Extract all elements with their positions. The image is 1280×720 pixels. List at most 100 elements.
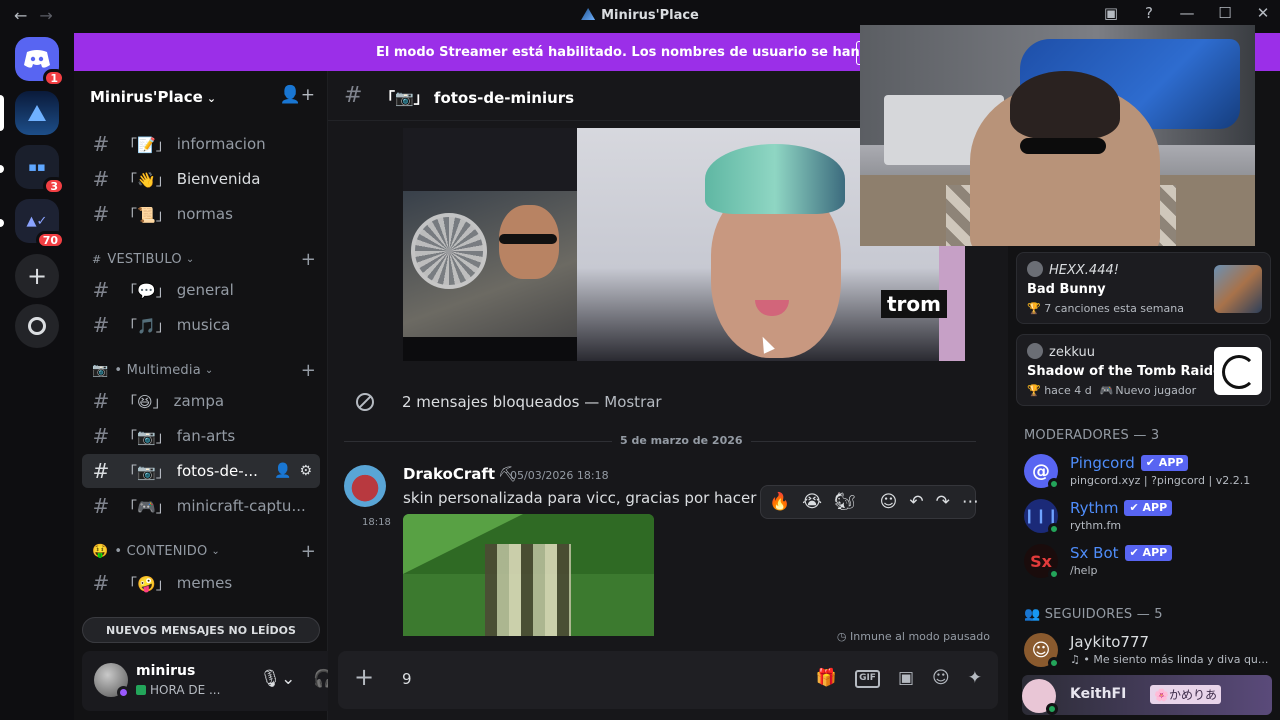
channel-fotos-de-miniurs[interactable]: # 「📷」 fotos-de-... 👤 ⚙ [82,454,320,488]
inbox-icon[interactable]: ▣ [1100,4,1122,22]
blocked-icon [356,393,374,411]
server-minirus-place[interactable] [15,91,59,135]
new-unread-messages-button[interactable]: NUEVOS MENSAJES NO LEÍDOS [82,617,320,643]
message-time: 18:18 [362,517,391,528]
trophy-icon: 🏆 [1027,384,1045,397]
hash-icon: # [92,202,110,226]
avatar[interactable] [94,663,130,699]
forward-icon[interactable]: ↷ [936,492,950,512]
message-timestamp: 05/03/2026 18:18 [510,469,609,482]
server-folder-1[interactable]: ▪▪ 3 [15,145,65,195]
close-button[interactable]: ✕ [1252,4,1274,22]
reply-icon[interactable]: ↶ [909,492,923,512]
channel-emoji: 「🤪」 [122,574,171,593]
channel-emoji: 「🎮」 [122,497,171,516]
activity-card[interactable]: zekkuu Shadow of the Tomb Raider 🏆 hace … [1016,334,1271,406]
channel-general[interactable]: # 「💬」 general [82,273,320,307]
message-author[interactable]: DrakoCraft ⛏ [403,465,517,483]
avatar [1022,679,1058,715]
home-button[interactable]: 1 [15,37,65,87]
guild-header[interactable]: Minirus'Place ⌄ [90,88,216,106]
attach-plus-icon[interactable]: + [354,663,374,691]
activity-card[interactable]: HEXX.444! Bad Bunny 🏆 7 canciones esta s… [1016,252,1271,324]
channel-sidebar: Minirus'Place ⌄ 👤+ # 「📝」 informacion # 「👋」 Bi… [74,71,394,720]
sticker-icon[interactable]: ▣ [898,668,914,688]
member-status: rythm.fm [1070,519,1122,532]
minimize-button[interactable]: — [1176,4,1198,22]
message[interactable]: 18:18 DrakoCraft ⛏ 05/03/2026 18:18 skin … [328,455,1008,636]
category-contenido[interactable]: 🤑 • CONTENIDO ⌄ + [92,541,316,562]
server-icon [28,105,46,121]
face-icon: 🤑 [92,544,109,559]
avatar: ❙❙❙ [1023,499,1060,535]
window-title: Minirus'Place [0,8,1280,23]
member-pingcord[interactable]: @ Pingcord ✔ APP pingcord.xyz | ?pingcord… [1024,452,1274,494]
apps-icon[interactable]: ✦ [968,668,982,688]
date-divider: 5 de marzo de 2026 [344,434,976,447]
add-reaction-icon[interactable]: ☺ [880,492,898,512]
channel-minicraft-capturas[interactable]: # 「🎮」 minicraft-captu... [82,489,320,523]
avatar: @ [1024,454,1060,490]
reaction-squirrel[interactable]: 🐿 [834,492,856,512]
gear-icon[interactable]: ⚙ [299,463,312,479]
emoji-icon[interactable]: ☺ [932,668,950,688]
channel-emoji: 「📜」 [122,205,171,224]
microphone-icon[interactable]: 🎙⌄ [260,669,296,689]
channel-musica[interactable]: # 「🎵」 musica [82,308,320,342]
avatar [1027,343,1043,359]
reaction-fire[interactable]: 🔥 [769,492,790,512]
channel-normas[interactable]: # 「📜」 normas [82,197,320,231]
add-server-button[interactable]: + [15,254,59,298]
channel-title: 「📷」 fotos-de-miniurs [380,89,575,107]
plus-icon: + [26,262,48,290]
gift-icon[interactable]: 🎁 [816,668,837,688]
discord-logo-icon [24,50,50,68]
avatar: ☺ [1024,633,1060,669]
channel-bienvenida[interactable]: # 「👋」 Bienvenida [82,162,320,196]
channel-emoji: 「🎵」 [122,316,171,335]
channel-zampa[interactable]: # 「😆」 zampa [82,384,320,418]
channel-informacion[interactable]: # 「📝」 informacion [82,127,320,161]
channel-tools: 👤 ⚙ [274,463,312,479]
message-text: skin personalizada para vicc, gracias po… [403,489,790,507]
discover-button[interactable] [15,304,59,348]
member-rythm[interactable]: ❙❙❙ Rythm ✔ APP rythm.fm [1023,497,1274,539]
selected-server-pill [0,95,4,131]
message-input[interactable]: 9 [402,670,412,688]
activity-sub: 🏆 7 canciones esta semana [1027,302,1184,315]
invite-people-icon[interactable]: 👤+ [280,85,315,105]
member-jaykito777[interactable]: ☺ Jaykito777 ♫ • Me siento más linda y d… [1024,631,1274,673]
create-channel-icon[interactable]: + [301,249,316,270]
composer-tools: 🎁 GIF ▣ ☺ ✦ [816,668,982,688]
category-multimedia[interactable]: 📷 • Multimedia ⌄ + [92,360,316,381]
webcam-overlay [860,25,1255,246]
member-keithfi[interactable]: KeithFI 🌸かめりあ [1022,675,1272,715]
member-sx-bot[interactable]: Sx Sx Bot ✔ APP /help [1024,542,1274,584]
message-composer[interactable]: + 9 🎁 GIF ▣ ☺ ✦ [338,651,998,709]
image-attachment[interactable] [403,514,654,636]
channel-fan-arts[interactable]: # 「📷」 fan-arts [82,419,320,453]
gif-icon[interactable]: GIF [855,670,880,688]
more-icon[interactable]: ⋯ [962,492,979,512]
channel-memes[interactable]: # 「🤪」 memes [82,566,320,600]
create-channel-icon[interactable]: + [301,360,316,381]
avatar[interactable] [344,465,386,507]
camera-icon: 📷 [92,363,109,378]
server-folder-2[interactable]: ▲✓ 70 [15,199,65,249]
username[interactable]: minirus [136,663,195,679]
maximize-button[interactable]: ☐ [1214,4,1236,22]
invite-icon[interactable]: 👤 [274,463,291,479]
help-icon[interactable]: ? [1138,4,1160,22]
minecraft-skin-shape [485,544,571,636]
hair-shape [705,144,845,214]
show-blocked-link[interactable]: Mostrar [604,393,661,411]
create-channel-icon[interactable]: + [301,541,316,562]
hash-icon: # [92,571,110,595]
member-status: ♫ • Me siento más linda y diva qu... [1070,653,1269,666]
online-status [1048,657,1060,669]
trophy-icon: 🏆 [1027,302,1045,315]
category-vestibulo[interactable]: # VESTIBULO ⌄ + [92,249,316,270]
activity-title: Bad Bunny [1027,282,1106,297]
unread-pill [0,219,4,227]
reaction-crying[interactable]: 😭 [802,492,822,512]
